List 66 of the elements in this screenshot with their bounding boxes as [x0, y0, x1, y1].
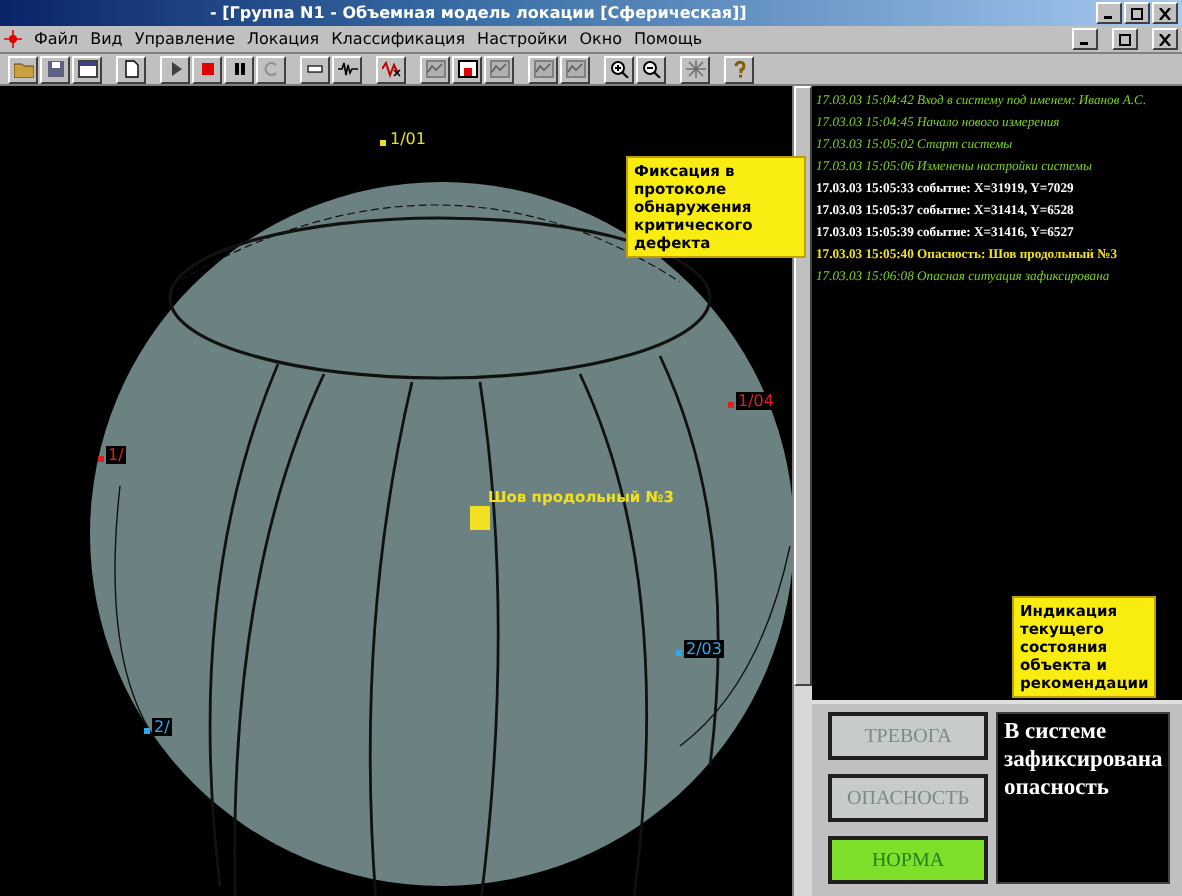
scrollbar[interactable] — [792, 86, 812, 896]
toolbar-button[interactable] — [680, 55, 710, 83]
star-burst-icon — [685, 60, 705, 78]
chart-icon — [533, 60, 553, 78]
toolbar-button[interactable] — [160, 55, 190, 83]
toolbar-button[interactable] — [192, 55, 222, 83]
toolbar-button[interactable] — [256, 55, 286, 83]
toolbar-button[interactable] — [484, 55, 514, 83]
toolbar-button[interactable] — [452, 55, 482, 83]
minimize-button[interactable] — [1096, 2, 1122, 24]
close-button[interactable] — [1152, 28, 1178, 50]
sensor-label: 1/ — [106, 446, 126, 464]
minimize-button[interactable] — [1072, 28, 1098, 50]
toolbar-button[interactable] — [604, 55, 634, 83]
sensor-label: 2/ — [152, 718, 172, 736]
menu-item[interactable]: Настройки — [477, 30, 568, 48]
sensor-label: 1/04 — [736, 392, 776, 410]
window-icon — [77, 60, 97, 78]
toolbar-button[interactable] — [332, 55, 362, 83]
toolbar-button[interactable] — [636, 55, 666, 83]
toolbar-button[interactable] — [724, 55, 754, 83]
folder-icon — [13, 60, 33, 78]
close-button[interactable] — [1152, 2, 1178, 24]
document-icon — [121, 60, 141, 78]
waveform-cross-icon — [381, 60, 401, 78]
waveform-icon — [337, 60, 357, 78]
toolbar-button[interactable] — [528, 55, 558, 83]
sensor-label: 1/01 — [388, 130, 428, 148]
status-indicator: ОПАСНОСТЬ — [828, 774, 988, 822]
chart-icon — [489, 60, 509, 78]
toolbar-button[interactable] — [300, 55, 330, 83]
pause-icon — [229, 60, 249, 78]
chart-icon — [425, 60, 445, 78]
status-indicator: НОРМА — [828, 836, 988, 884]
menu-item[interactable]: Локация — [247, 30, 320, 48]
toolbar-button[interactable] — [376, 55, 406, 83]
connector-icon — [305, 60, 325, 78]
chart-icon — [457, 60, 477, 78]
menu-item[interactable]: Помощь — [634, 30, 703, 48]
zoom-out-icon — [641, 60, 661, 78]
help-icon — [729, 60, 749, 78]
toolbar-button[interactable] — [72, 55, 102, 83]
menu-item[interactable]: Файл — [34, 30, 79, 48]
chart-icon — [565, 60, 585, 78]
app-icon[interactable] — [4, 30, 22, 48]
menu-item[interactable]: Вид — [90, 30, 123, 48]
toolbar-button[interactable] — [560, 55, 590, 83]
window-title: - [Группа N1 - Объемная модель локации [Сферическая]] — [210, 4, 749, 22]
menu-item[interactable]: Управление — [134, 30, 236, 48]
toolbar-button[interactable] — [40, 55, 70, 83]
defect-marker — [470, 506, 490, 530]
close-icon — [1158, 7, 1172, 19]
maximize-button[interactable] — [1112, 28, 1138, 50]
sensor-label: 2/03 — [684, 640, 724, 658]
toolbar-button[interactable] — [420, 55, 450, 83]
close-icon — [1158, 33, 1172, 45]
toolbar-button[interactable] — [8, 55, 38, 83]
maximize-button[interactable] — [1124, 2, 1150, 24]
zoom-in-icon — [609, 60, 629, 78]
menu-item[interactable]: Окно — [579, 30, 622, 48]
status-indicator: ТРЕВОГА — [828, 712, 988, 760]
toolbar-button[interactable] — [116, 55, 146, 83]
stop-icon — [197, 60, 217, 78]
menu-item[interactable]: Классификация — [331, 30, 466, 48]
status-message: В системе зафиксирована опасность — [996, 712, 1171, 884]
toolbar-button[interactable] — [224, 55, 254, 83]
